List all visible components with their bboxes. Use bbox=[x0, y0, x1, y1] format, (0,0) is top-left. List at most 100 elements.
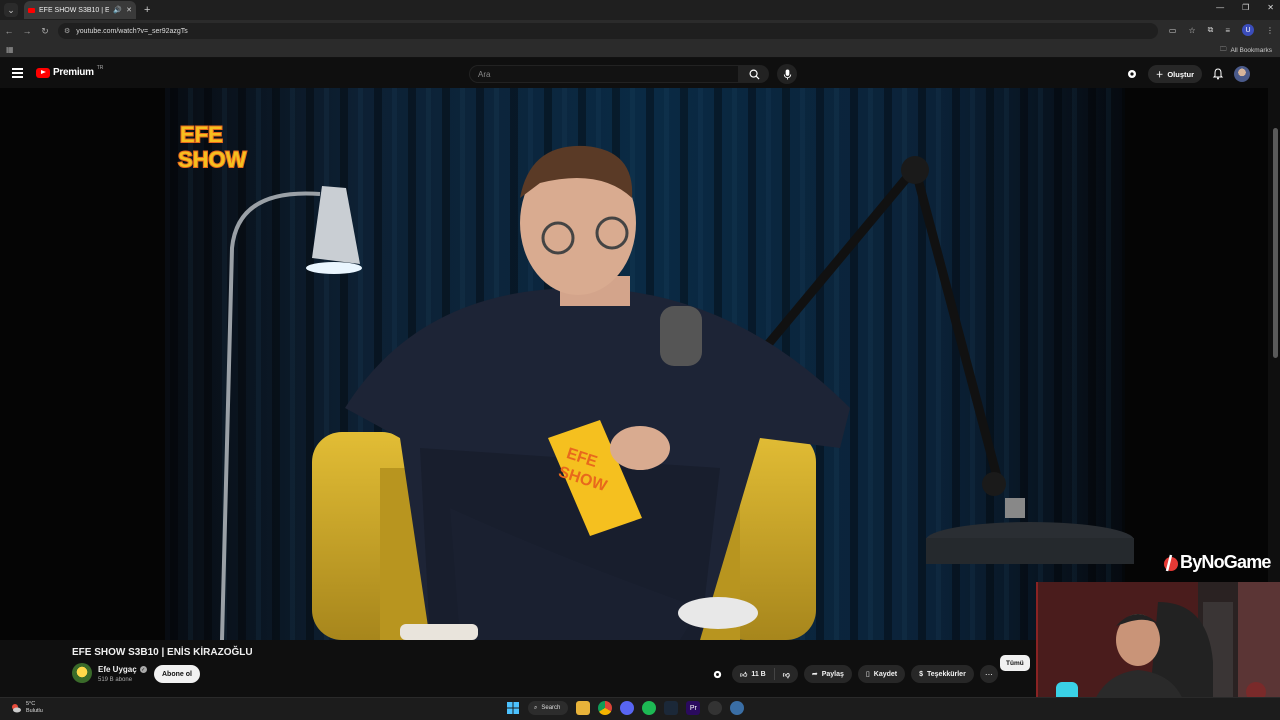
menu-icon[interactable] bbox=[12, 68, 23, 80]
reload-icon[interactable]: ↻ bbox=[36, 26, 54, 37]
sponsor-name: ByNoGame bbox=[1180, 552, 1271, 572]
logo-text: Premium bbox=[53, 67, 94, 78]
weather-temperature: 5°C bbox=[26, 701, 36, 707]
browser-tabstrip: ⌄ EFE SHOW S3B10 | ENİS Kİ... 🔊 ✕ + — ❐ … bbox=[0, 0, 1280, 20]
settings-app-icon[interactable] bbox=[730, 701, 745, 715]
channel-avatar[interactable] bbox=[72, 663, 92, 683]
efe-show-logo-line1: EFE bbox=[180, 122, 223, 147]
cast-icon[interactable]: ▭ bbox=[1169, 26, 1177, 35]
region-code: TR bbox=[96, 64, 104, 71]
browser-tab-active[interactable]: EFE SHOW S3B10 | ENİS Kİ... 🔊 ✕ bbox=[24, 1, 136, 19]
close-window-icon[interactable]: ✕ bbox=[1267, 3, 1274, 12]
all-bookmarks-button[interactable]: 🗀 All Bookmarks bbox=[1220, 45, 1272, 56]
window-controls: — ❐ ✕ bbox=[1216, 3, 1274, 12]
account-avatar[interactable] bbox=[1234, 66, 1250, 82]
voice-search-button[interactable] bbox=[777, 64, 797, 84]
folder-icon: 🗀 bbox=[1219, 46, 1227, 53]
youtube-logo[interactable]: Premium TR bbox=[36, 64, 104, 78]
channel-name: Efe Uygaç bbox=[98, 665, 137, 674]
spotify-icon[interactable] bbox=[642, 701, 657, 715]
more-actions-button[interactable]: ⋯ bbox=[979, 665, 998, 683]
browser-toolbar: ← → ↻ ⚙ youtube.com/watch?v=_ser92azgTs … bbox=[0, 20, 1280, 42]
browser-menu-icon[interactable]: ⋮ bbox=[1266, 26, 1274, 35]
like-button[interactable]: 👍︎ 11 B bbox=[732, 665, 774, 683]
dislike-button[interactable]: 👎︎ bbox=[775, 665, 798, 683]
thanks-button[interactable]: $ Teşekkürler bbox=[911, 665, 974, 683]
taskbar-search-icon: ⌕ bbox=[534, 704, 538, 711]
sponsor-watermark: ByNoGame bbox=[1162, 552, 1271, 573]
windows-start-icon[interactable] bbox=[506, 701, 520, 715]
plus-icon: ＋ bbox=[1155, 69, 1164, 79]
back-icon[interactable]: ← bbox=[0, 26, 18, 36]
profile-avatar[interactable]: U bbox=[1242, 24, 1254, 36]
taskbar-apps: ⌕ Search Pr bbox=[506, 701, 745, 715]
new-tab-icon[interactable]: + bbox=[144, 4, 150, 16]
site-info-icon[interactable]: ⚙ bbox=[64, 27, 70, 35]
bookmark-star-icon[interactable]: ☆ bbox=[1188, 26, 1195, 35]
channel-name-row[interactable]: Efe Uygaç ✓ bbox=[98, 665, 147, 674]
super-thanks-icon: $ bbox=[919, 670, 924, 678]
minimize-icon[interactable]: — bbox=[1216, 3, 1224, 12]
weather-widget[interactable]: 5°C Bulutlu bbox=[10, 701, 43, 715]
gear-badge-icon[interactable] bbox=[1126, 68, 1138, 80]
gear-badge-action-icon bbox=[713, 670, 721, 678]
file-explorer-icon[interactable] bbox=[576, 701, 591, 715]
search-input[interactable]: Ara bbox=[469, 65, 739, 83]
microphone-icon bbox=[783, 68, 791, 80]
video-actions: 👍︎ 11 B 👎︎ ➦ Paylaş ▯ Kaydet $ Teşekkürl… bbox=[708, 665, 998, 683]
all-bookmarks-label: All Bookmarks bbox=[1230, 47, 1272, 54]
url-text: youtube.com/watch?v=_ser92azgTs bbox=[76, 27, 188, 35]
create-label: Oluştur bbox=[1167, 69, 1194, 79]
toolbar-right: ▭ ☆ ⧉ ≡ U ⋮ bbox=[1169, 24, 1274, 36]
forward-icon[interactable]: → bbox=[18, 26, 36, 36]
taskbar: 5°C Bulutlu ⌕ Search Pr bbox=[0, 697, 1280, 720]
thumbs-up-icon: 👍︎ bbox=[740, 671, 748, 679]
subscriber-count: 519 B abone bbox=[98, 677, 133, 683]
youtube-header: Premium TR Ara ＋ Oluştur bbox=[0, 58, 1280, 90]
filter-chip-all[interactable]: Tümü bbox=[1000, 655, 1030, 671]
video-title: EFE SHOW S3B10 | ENİS KİRAZOĞLU bbox=[72, 647, 253, 658]
restore-icon[interactable]: ❐ bbox=[1242, 3, 1249, 12]
steam-icon[interactable] bbox=[664, 701, 679, 715]
discord-icon[interactable] bbox=[620, 701, 635, 715]
subscribe-button[interactable]: Abone ol bbox=[154, 665, 200, 683]
bookmarks-bar: ▦ 🗀 All Bookmarks bbox=[0, 42, 1280, 58]
speaker-icon[interactable]: 🔊 bbox=[113, 6, 122, 14]
tab-search-button[interactable]: ⌄ bbox=[4, 3, 18, 17]
close-tab-icon[interactable]: ✕ bbox=[126, 6, 132, 14]
premiere-pro-icon[interactable]: Pr bbox=[686, 701, 701, 715]
obs-icon[interactable] bbox=[708, 701, 723, 715]
video-player[interactable]: EFE SHOW EFE SHOW bbox=[0, 88, 1268, 640]
video-frame: EFE SHOW EFE SHOW bbox=[0, 88, 1268, 640]
taskbar-search[interactable]: ⌕ Search bbox=[528, 701, 569, 715]
gear-badge-button[interactable] bbox=[708, 665, 726, 683]
chrome-icon[interactable] bbox=[598, 701, 613, 715]
url-bar[interactable]: ⚙ youtube.com/watch?v=_ser92azgTs bbox=[58, 23, 1158, 39]
youtube-play-icon bbox=[36, 67, 50, 78]
taskbar-search-label: Search bbox=[541, 705, 561, 711]
notifications-bell-icon[interactable] bbox=[1212, 68, 1224, 80]
header-actions: ＋ Oluştur bbox=[1126, 65, 1250, 83]
scrollbar-thumb[interactable] bbox=[1273, 128, 1278, 358]
thanks-label: Teşekkürler bbox=[927, 670, 966, 678]
share-label: Paylaş bbox=[821, 670, 844, 678]
efe-show-logo-line2: SHOW bbox=[178, 147, 247, 172]
weather-condition: Bulutlu bbox=[26, 708, 43, 714]
search-icon bbox=[749, 69, 760, 80]
search-button[interactable] bbox=[739, 65, 769, 83]
bynogame-logo-icon bbox=[1164, 554, 1178, 571]
like-count: 11 B bbox=[751, 670, 766, 678]
extensions-icon[interactable]: ⧉ bbox=[1208, 25, 1214, 35]
thumbs-down-icon: 👎︎ bbox=[782, 671, 790, 679]
media-icon[interactable]: ≡ bbox=[1225, 26, 1230, 35]
bookmark-icon: ▯ bbox=[865, 671, 870, 678]
save-button[interactable]: ▯ Kaydet bbox=[857, 665, 906, 683]
apps-grid-icon[interactable]: ▦ bbox=[6, 45, 14, 54]
verified-check-icon: ✓ bbox=[139, 666, 147, 673]
share-arrow-icon: ➦ bbox=[811, 671, 818, 678]
create-button[interactable]: ＋ Oluştur bbox=[1147, 65, 1202, 83]
like-dislike-group: 👍︎ 11 B 👎︎ bbox=[732, 665, 798, 683]
youtube-favicon-icon bbox=[28, 7, 35, 13]
cloudy-weather-icon bbox=[12, 704, 21, 713]
share-button[interactable]: ➦ Paylaş bbox=[803, 665, 852, 683]
